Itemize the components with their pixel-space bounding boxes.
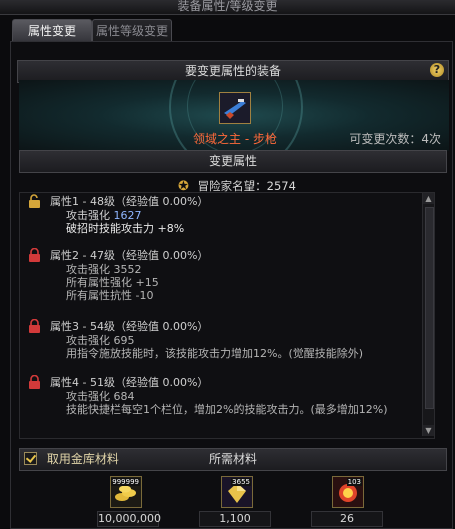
attribute-list: 属性1 - 48级（经验值 0.00%） 攻击强化 1627 破招时技能攻击力 … bbox=[19, 192, 435, 439]
attribute-item-4[interactable]: 属性4 - 51级（经验值 0.00%） 攻击强化 684 技能快捷栏每空1个栏… bbox=[28, 374, 387, 416]
attribute-item-1[interactable]: 属性1 - 48级（经验值 0.00%） 攻击强化 1627 破招时技能攻击力 … bbox=[28, 193, 208, 235]
attribute-item-2[interactable]: 属性2 - 47级（经验值 0.00%） 攻击强化 3552 所有属性强化 +1… bbox=[28, 247, 208, 302]
attribute-line: 所有属性抗性 -10 bbox=[66, 289, 154, 302]
locked-lock-icon[interactable] bbox=[28, 375, 41, 389]
scroll-thumb[interactable] bbox=[425, 207, 434, 409]
checkbox-label: 取用金库材料 bbox=[46, 452, 119, 466]
material-slot-gold[interactable]: 999999 bbox=[110, 476, 142, 508]
material-slot-crystal[interactable]: 3655 bbox=[221, 476, 253, 508]
attribute-line-value: 1627 bbox=[113, 209, 142, 222]
material-badge: 999999 bbox=[111, 478, 140, 486]
material-badge: 3655 bbox=[231, 478, 251, 486]
use-vault-materials-checkbox[interactable]: 取用金库材料 bbox=[24, 450, 119, 467]
attribute-line: 攻击强化 1627 bbox=[66, 209, 142, 222]
locked-lock-icon[interactable] bbox=[28, 248, 41, 262]
materials-section-title: 所需材料 bbox=[208, 452, 257, 466]
question-icon[interactable]: ? bbox=[430, 63, 444, 77]
attribute-line: 攻击强化 3552 bbox=[66, 263, 142, 276]
attribute-title: 属性1 - 48级（经验值 0.00%） bbox=[50, 195, 209, 208]
attribute-item-3[interactable]: 属性3 - 54级（经验值 0.00%） 攻击强化 695 用指令施放技能时，该… bbox=[28, 318, 363, 360]
fame-value: 冒险家名望：2574 bbox=[197, 179, 296, 193]
tab-attribute-change[interactable]: 属性变更 bbox=[12, 19, 92, 42]
window-titlebar[interactable]: 装备属性/等级变更 bbox=[0, 0, 455, 15]
equip-slot[interactable] bbox=[219, 92, 251, 124]
attribute-line: 破招时技能攻击力 +8% bbox=[66, 222, 185, 235]
change-section-header: 变更属性 bbox=[19, 150, 447, 173]
attribute-line: 攻击强化 695 bbox=[66, 334, 135, 347]
attribute-title: 属性3 - 54级（经验值 0.00%） bbox=[50, 320, 209, 333]
attribute-line: 用指令施放技能时，该技能攻击力增加12%。(觉醒技能除外) bbox=[66, 347, 364, 360]
scroll-down-arrow-icon[interactable]: ▼ bbox=[423, 425, 434, 436]
window-title: 装备属性/等级变更 bbox=[177, 0, 278, 13]
tab-attribute-level-change[interactable]: 属性等级变更 bbox=[92, 19, 172, 42]
attribute-line: 所有属性强化 +15 bbox=[66, 276, 159, 289]
change-section-title: 变更属性 bbox=[208, 154, 257, 168]
material-value-gold: 10,000,000 bbox=[97, 511, 161, 527]
equip-item-name: 领域之主 - 步枪 bbox=[193, 132, 277, 146]
material-slot-orb[interactable]: 103 bbox=[332, 476, 364, 508]
attribute-line: 攻击强化 684 bbox=[66, 390, 135, 403]
locked-lock-icon[interactable] bbox=[28, 319, 41, 333]
attribute-scrollbar[interactable]: ▲ ▼ bbox=[422, 193, 434, 436]
equip-section-title: 要变更属性的装备 bbox=[184, 64, 281, 78]
change-count-label: 可变更次数：4次 bbox=[349, 132, 441, 146]
attribute-title: 属性4 - 51级（经验值 0.00%） bbox=[50, 376, 209, 389]
checkbox-icon[interactable] bbox=[24, 452, 37, 465]
attribute-title: 属性2 - 47级（经验值 0.00%） bbox=[50, 249, 209, 262]
scroll-up-arrow-icon[interactable]: ▲ bbox=[423, 193, 434, 204]
material-value-orb: 26 bbox=[311, 511, 383, 527]
material-value-crystal: 1,100 bbox=[199, 511, 271, 527]
attribute-line: 技能快捷栏每空1个栏位，增加2%的技能攻击力。(最多增加12%) bbox=[66, 403, 388, 416]
unlocked-lock-icon[interactable] bbox=[28, 194, 41, 208]
material-badge: 103 bbox=[346, 478, 362, 486]
rifle-icon bbox=[220, 93, 250, 123]
